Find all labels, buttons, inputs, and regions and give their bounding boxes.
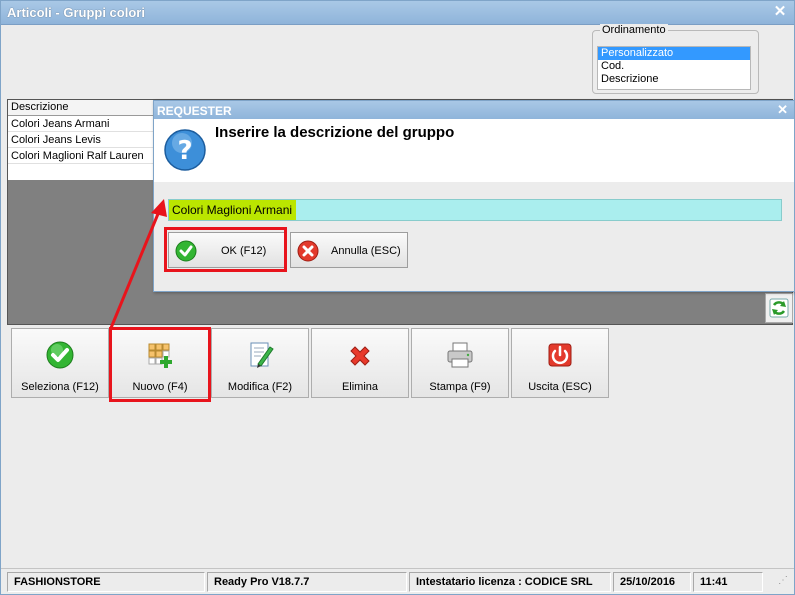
status-version: Ready Pro V18.7.7 bbox=[207, 572, 407, 592]
main-window: Articoli - Gruppi colori ✕ Ordinamento P… bbox=[0, 0, 795, 595]
status-company: FASHIONSTORE bbox=[7, 572, 205, 592]
status-date: 25/10/2016 bbox=[613, 572, 691, 592]
status-time: 11:41 bbox=[693, 572, 763, 592]
annotation-arrow bbox=[109, 199, 167, 329]
resize-grip-icon[interactable]: ⋰ bbox=[778, 575, 790, 587]
statusbar: FASHIONSTORE Ready Pro V18.7.7 Intestata… bbox=[1, 568, 794, 594]
status-license: Intestatario licenza : CODICE SRL bbox=[409, 572, 611, 592]
